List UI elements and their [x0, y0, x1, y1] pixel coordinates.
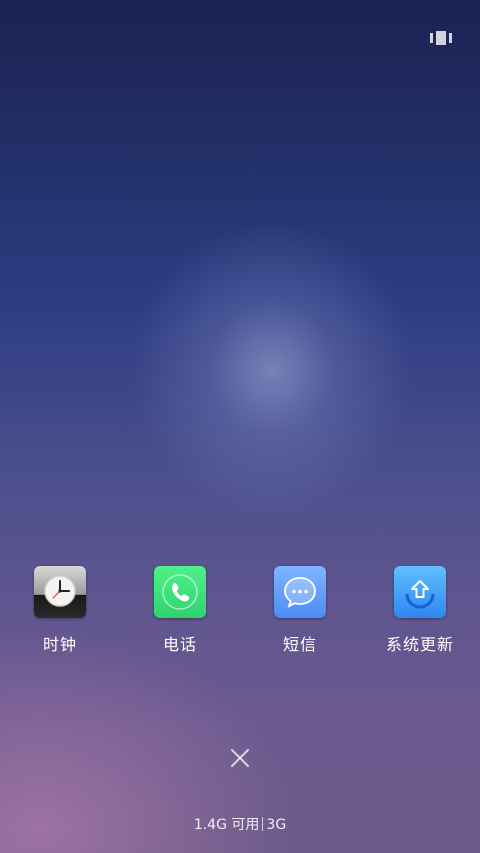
app-label-messages: 短信 [282, 635, 317, 654]
memory-available: 1.4G 可用 [193, 817, 260, 833]
app-phone[interactable]: 电话 [120, 566, 240, 655]
recent-apps-row: 时钟 电话 短信 系统更新 [0, 566, 480, 666]
clear-all-close-icon[interactable] [228, 746, 252, 770]
wallpaper [0, 0, 480, 853]
app-label-clock: 时钟 [42, 635, 77, 654]
phone-icon [154, 566, 206, 618]
app-system-update[interactable]: 系统更新 [360, 566, 480, 655]
app-label-system-update: 系统更新 [385, 635, 454, 654]
app-messages[interactable]: 短信 [240, 566, 360, 655]
system-update-icon [394, 566, 446, 618]
app-clock[interactable]: 时钟 [0, 566, 120, 655]
clock-icon [34, 566, 86, 618]
memory-total: 3G [266, 817, 287, 833]
memory-separator [262, 817, 264, 831]
memory-status: 1.4G 可用 3G [0, 816, 480, 834]
recent-tasks-icon[interactable] [430, 30, 452, 46]
message-icon [274, 566, 326, 618]
app-label-phone: 电话 [162, 635, 197, 654]
